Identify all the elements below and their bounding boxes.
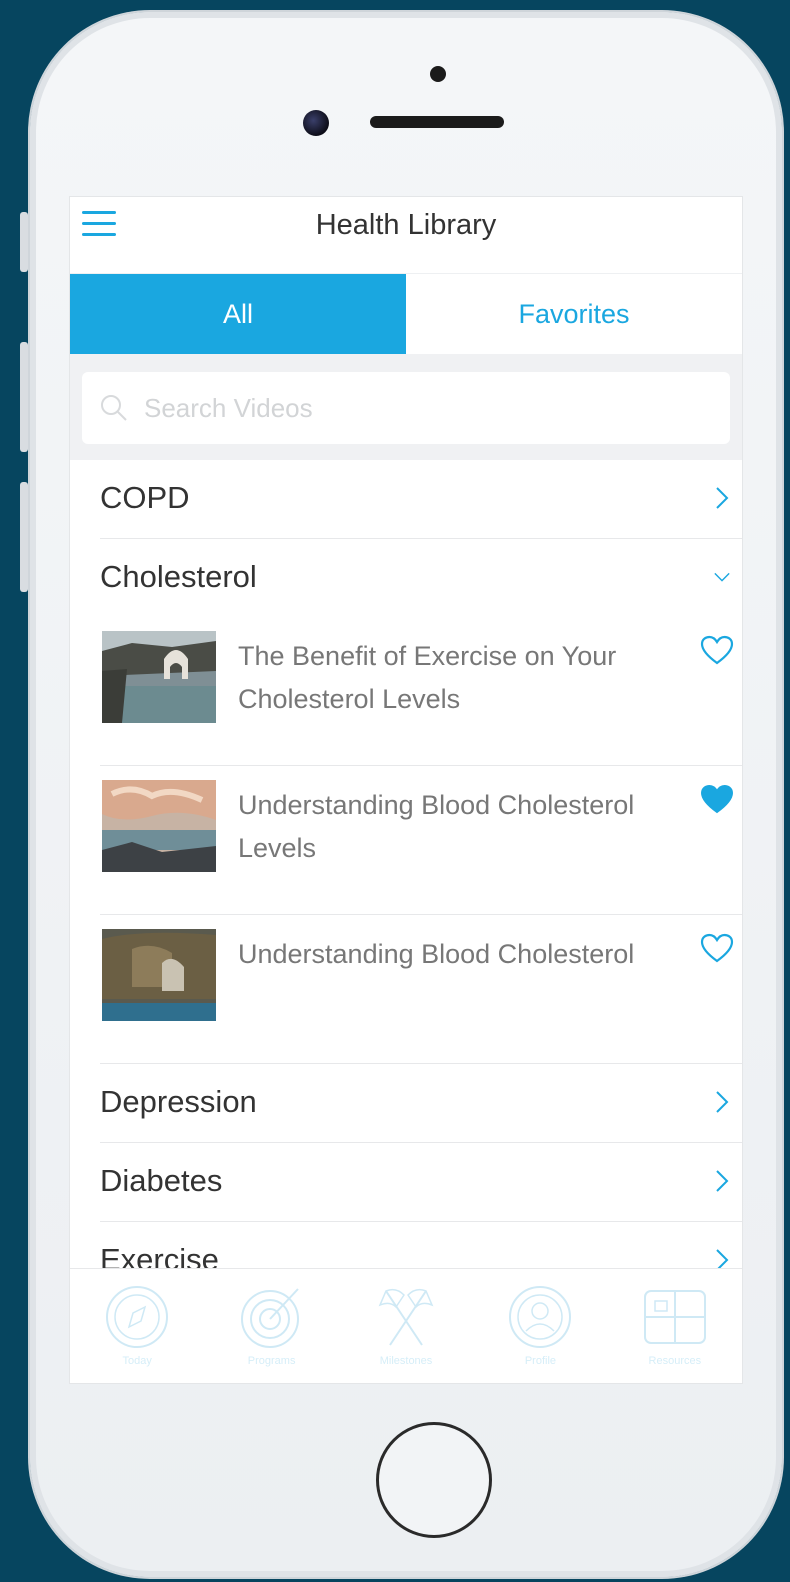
category-item-diabetes[interactable]: Diabetes [100,1143,742,1222]
search-icon [101,395,127,421]
compass-icon [106,1286,169,1348]
video-item[interactable]: Understanding Blood Cholesterol Levels [100,766,742,915]
tabbar-item-profile[interactable]: Profile [473,1269,607,1383]
tabbar-item-today[interactable]: Today [70,1269,204,1383]
video-title: Understanding Blood Cholesterol Levels [238,790,635,863]
heart-outline-icon[interactable] [700,933,734,963]
video-item[interactable]: The Benefit of Exercise on Your Choleste… [100,617,742,766]
target-icon [240,1288,299,1348]
category-label: Diabetes [100,1163,223,1198]
profile-icon [509,1286,572,1348]
library-icon [643,1290,706,1344]
video-thumbnail [102,631,216,723]
search-input[interactable] [142,391,666,425]
video-thumbnail [102,780,216,872]
search-bar [70,354,742,460]
video-thumbnail [102,929,216,1021]
tabbar-item-resources[interactable]: Resources [608,1269,742,1383]
volume-down-button [20,482,28,592]
search-box[interactable] [82,372,730,444]
chevron-right-icon [716,1170,729,1192]
tabbar-label: Milestones [379,1355,433,1367]
video-item[interactable]: Understanding Blood Cholesterol [100,915,742,1064]
heart-outline-icon[interactable] [700,635,734,665]
tabbar-item-milestones[interactable]: Milestones [339,1269,473,1383]
flags-icon [378,1288,434,1346]
volume-up-button [20,342,28,452]
video-title: The Benefit of Exercise on Your Choleste… [238,641,617,714]
home-button[interactable] [376,1422,492,1538]
tabbar-label: Today [122,1355,152,1367]
tab-all[interactable]: All [70,274,406,354]
front-camera [303,110,329,136]
earpiece-speaker [370,116,504,128]
app-screen: Health Library All Favorites COPD Choles… [69,196,743,1384]
category-item-cholesterol[interactable]: Cholesterol [100,539,742,617]
category-label: Depression [100,1084,257,1119]
tab-favorites[interactable]: Favorites [406,274,742,354]
chevron-right-icon [716,1091,729,1113]
segment-control: All Favorites [70,274,742,354]
chevron-down-icon [714,572,730,582]
heart-filled-icon[interactable] [700,784,734,814]
tabbar-item-programs[interactable]: Programs [204,1269,338,1383]
navbar: Health Library [70,197,742,274]
tabbar-label: Programs [247,1355,296,1367]
category-item-copd[interactable]: COPD [100,460,742,539]
page-title: Health Library [315,209,497,241]
chevron-right-icon [716,487,729,509]
category-label: COPD [100,480,190,515]
tabbar-label: Resources [648,1355,702,1367]
category-item-depression[interactable]: Depression [100,1064,742,1143]
category-label: Cholesterol [100,559,257,594]
category-list: COPD Cholesterol The Benefit of Exercise… [70,460,742,1300]
video-title: Understanding Blood Cholesterol [238,939,635,969]
tabbar-label: Profile [524,1355,557,1367]
proximity-sensor [430,66,446,82]
mute-switch [20,212,28,272]
bottom-tab-bar: Today Programs Milestones Profile Resour… [70,1268,742,1383]
